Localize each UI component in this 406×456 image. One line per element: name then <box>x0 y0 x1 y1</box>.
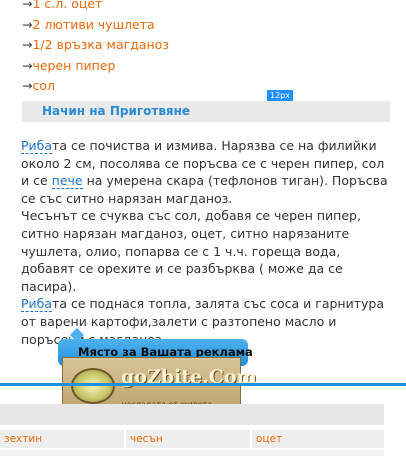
table-header <box>0 404 384 425</box>
arrow-icon: → <box>22 78 33 93</box>
ingredient-item: →1 с.л. оцет <box>22 0 169 15</box>
ingredient-text: черен пипер <box>32 57 116 73</box>
arrow-icon: → <box>22 16 33 32</box>
arrow-icon: → <box>22 0 33 11</box>
ingredient-text: 1/2 връзка магданоз <box>32 37 169 52</box>
section-title: Начин на Приготвяне <box>42 104 191 118</box>
ingredient-item: →2 лютиви чушлета <box>22 15 169 36</box>
divider <box>0 383 406 386</box>
ingredient-text: сол <box>32 78 55 93</box>
section-header: Начин на Приготвяне <box>22 101 390 122</box>
instructions-paragraph: Рибата се почиства и измива. Нарязва се … <box>21 137 393 207</box>
table-cell: чесън <box>126 430 252 448</box>
ingredient-text: 1 с.л. оцет <box>32 0 103 11</box>
table-row <box>0 450 384 456</box>
arrow-icon: → <box>22 57 33 73</box>
ingredient-item: →черен пипер <box>22 56 169 77</box>
fish-link[interactable]: Риба <box>21 138 53 154</box>
ingredient-item: →сол <box>22 76 169 97</box>
arrow-icon: → <box>22 37 33 52</box>
ingredients-table: зехтин чесън оцет <box>0 430 384 448</box>
ingredients-list: →1 с.л. оцет →2 лютиви чушлета →1/2 връз… <box>22 0 169 97</box>
bake-link[interactable]: пече <box>51 173 83 190</box>
instructions-paragraph: Чесънът се счуква със сол, добавя се чер… <box>21 208 361 294</box>
table-cell: оцет <box>252 430 384 448</box>
instructions-text: Рибата се почиства и измива. Нарязва се … <box>21 137 393 348</box>
cup-icon <box>71 368 115 404</box>
fish-link[interactable]: Риба <box>21 296 53 313</box>
table-cell: зехтин <box>0 430 126 448</box>
ingredient-text: 2 лютиви чушлета <box>32 16 155 32</box>
ingredient-item: →1/2 връзка магданоз <box>22 35 169 56</box>
